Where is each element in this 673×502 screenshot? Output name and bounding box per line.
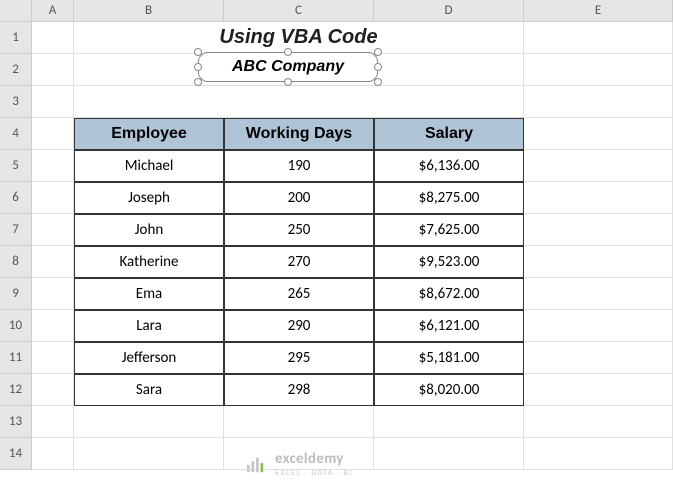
col-header-e[interactable]: E [524, 0, 673, 22]
shape-text: ABC Company [232, 58, 344, 76]
resize-handle-bot-right[interactable] [374, 78, 382, 86]
td-emp[interactable]: Joseph [74, 182, 224, 214]
cell[interactable] [32, 374, 74, 406]
watermark-brand: exceldemy [275, 450, 344, 468]
td-sal[interactable]: $8,020.00 [374, 374, 524, 406]
td-sal[interactable]: $5,181.00 [374, 342, 524, 374]
watermark-bars-icon [245, 454, 267, 474]
td-days[interactable]: 290 [224, 310, 374, 342]
row-header-11[interactable]: 11 [0, 342, 32, 374]
watermark-tag: EXCEL · DATA · BI [275, 468, 353, 478]
cell[interactable] [74, 438, 224, 470]
td-sal[interactable]: $8,672.00 [374, 278, 524, 310]
row-header-2[interactable]: 2 [0, 54, 32, 86]
row-header-14[interactable]: 14 [0, 438, 32, 470]
cell[interactable] [524, 246, 673, 278]
resize-handle-top-left[interactable] [194, 48, 202, 56]
td-sal[interactable]: $9,523.00 [374, 246, 524, 278]
select-all-corner[interactable] [0, 0, 32, 22]
td-days[interactable]: 298 [224, 374, 374, 406]
td-emp[interactable]: Jefferson [74, 342, 224, 374]
cell[interactable] [32, 406, 74, 438]
selected-shape-abc-company[interactable]: ABC Company [198, 52, 378, 82]
td-days[interactable]: 190 [224, 150, 374, 182]
row-header-10[interactable]: 10 [0, 310, 32, 342]
row-header-9[interactable]: 9 [0, 278, 32, 310]
cell[interactable] [224, 406, 374, 438]
td-days[interactable]: 250 [224, 214, 374, 246]
td-sal[interactable]: $8,275.00 [374, 182, 524, 214]
td-emp[interactable]: Michael [74, 150, 224, 182]
cell[interactable] [524, 374, 673, 406]
row-header-3[interactable]: 3 [0, 86, 32, 118]
cell[interactable] [32, 246, 74, 278]
row-header-1[interactable]: 1 [0, 22, 32, 54]
td-days[interactable]: 265 [224, 278, 374, 310]
td-emp[interactable]: John [74, 214, 224, 246]
col-header-a[interactable]: A [32, 0, 74, 22]
resize-handle-mid-right[interactable] [374, 63, 382, 71]
row-header-4[interactable]: 4 [0, 118, 32, 150]
th-working-days[interactable]: Working Days [224, 118, 374, 150]
td-sal[interactable]: $6,136.00 [374, 150, 524, 182]
cell[interactable] [32, 150, 74, 182]
cell[interactable] [32, 214, 74, 246]
cell[interactable] [374, 438, 524, 470]
cell[interactable] [524, 278, 673, 310]
cell[interactable] [32, 22, 74, 54]
td-days[interactable]: 200 [224, 182, 374, 214]
resize-handle-top-mid[interactable] [284, 48, 292, 56]
resize-handle-top-right[interactable] [374, 48, 382, 56]
cell[interactable] [32, 310, 74, 342]
cell[interactable] [74, 406, 224, 438]
row-header-7[interactable]: 7 [0, 214, 32, 246]
cell[interactable] [524, 118, 673, 150]
td-emp[interactable]: Lara [74, 310, 224, 342]
th-salary[interactable]: Salary [374, 118, 524, 150]
cell[interactable] [524, 54, 673, 86]
cell[interactable] [524, 150, 673, 182]
resize-handle-mid-left[interactable] [194, 63, 202, 71]
cell[interactable] [524, 438, 673, 470]
resize-handle-bot-left[interactable] [194, 78, 202, 86]
resize-handle-bot-mid[interactable] [284, 78, 292, 86]
td-emp[interactable]: Katherine [74, 246, 224, 278]
cell[interactable] [32, 438, 74, 470]
th-employee[interactable]: Employee [74, 118, 224, 150]
cell[interactable] [524, 214, 673, 246]
cell[interactable] [32, 86, 74, 118]
row-header-13[interactable]: 13 [0, 406, 32, 438]
td-days[interactable]: 295 [224, 342, 374, 374]
cell[interactable] [524, 22, 673, 54]
cell[interactable] [524, 182, 673, 214]
col-header-b[interactable]: B [74, 0, 224, 22]
row-header-5[interactable]: 5 [0, 150, 32, 182]
row-header-8[interactable]: 8 [0, 246, 32, 278]
col-header-c[interactable]: C [224, 0, 374, 22]
td-emp[interactable]: Sara [74, 374, 224, 406]
td-sal[interactable]: $6,121.00 [374, 310, 524, 342]
cell[interactable] [32, 54, 74, 86]
cell[interactable] [524, 310, 673, 342]
row-header-6[interactable]: 6 [0, 182, 32, 214]
row-header-12[interactable]: 12 [0, 374, 32, 406]
watermark: exceldemy EXCEL · DATA · BI [245, 450, 353, 478]
td-emp[interactable]: Ema [74, 278, 224, 310]
title-cell[interactable]: Using VBA Code [74, 22, 524, 54]
td-days[interactable]: 270 [224, 246, 374, 278]
cell[interactable] [524, 406, 673, 438]
col-header-d[interactable]: D [374, 0, 524, 22]
cell[interactable] [74, 86, 524, 118]
cell[interactable] [32, 118, 74, 150]
cell[interactable] [32, 182, 74, 214]
cell[interactable] [524, 86, 673, 118]
cell[interactable] [374, 406, 524, 438]
cell[interactable] [32, 278, 74, 310]
cell[interactable] [524, 342, 673, 374]
td-sal[interactable]: $7,625.00 [374, 214, 524, 246]
cell[interactable] [32, 342, 74, 374]
